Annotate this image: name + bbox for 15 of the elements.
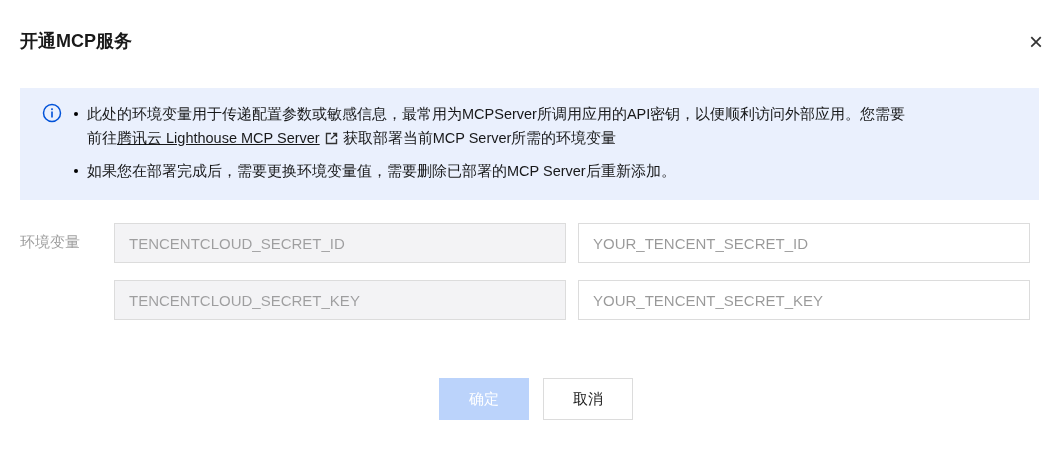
info-icon: [42, 103, 62, 123]
notice-text: 前往: [87, 129, 117, 148]
dialog-title: 开通MCP服务: [20, 30, 132, 53]
cancel-button[interactable]: 取消: [542, 378, 633, 420]
bullet-icon: [74, 112, 78, 116]
external-link-icon: [324, 131, 338, 145]
close-button[interactable]: ×: [1025, 29, 1047, 54]
value-input[interactable]: YOUR_TENCENT_SECRET_KEY: [578, 280, 1030, 320]
notice-text: 如果您在部署完成后，需要更换环境变量值，需要删除已部署的MCP Server后重新添加。: [87, 162, 676, 181]
field-label: 环境变量: [20, 232, 81, 252]
lighthouse-link[interactable]: 腾讯云 Lighthouse MCP Server: [117, 126, 320, 150]
value-input[interactable]: YOUR_TENCENT_SECRET_ID: [578, 223, 1030, 263]
notice-text: 获取部署当前MCP Server所需的环境变量: [342, 129, 617, 148]
notice-text: 此处的环境变量用于传递配置参数或敏感信息，最常用为MCPServer所调用应用的API密钥，以便顺利访问外部应用。您需要: [87, 105, 906, 124]
bullet-icon: [74, 169, 78, 173]
